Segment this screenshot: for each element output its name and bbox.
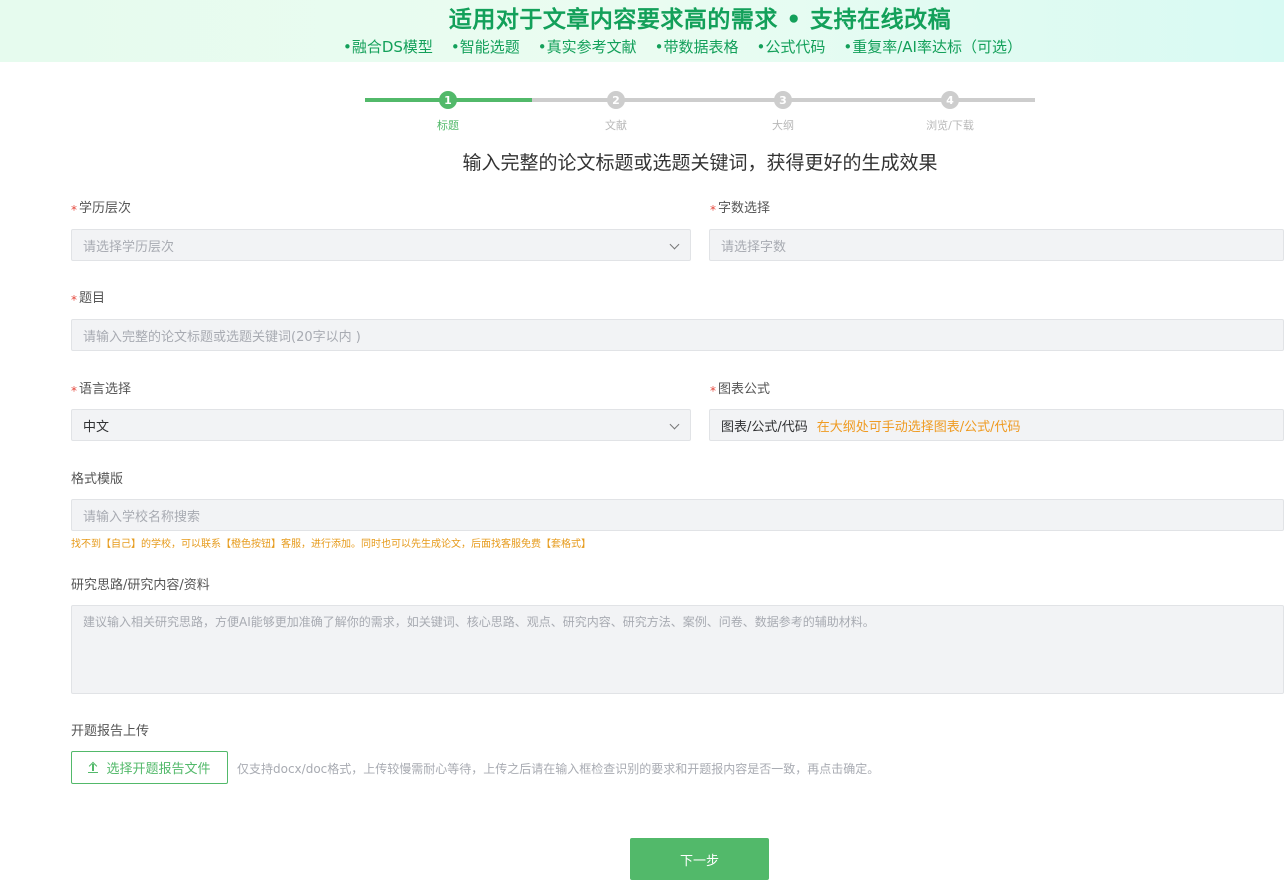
upload-label: 开题报告上传: [71, 724, 150, 739]
wordcount-label: * 字数选择: [710, 201, 771, 217]
upload-file-button[interactable]: 选择开题报告文件: [71, 751, 228, 784]
research-textarea[interactable]: 建议输入相关研究思路，方便AI能够更加准确了解你的需求，如关键词、核心思路、观点…: [71, 605, 1284, 694]
page-heading: 输入完整的论文标题或选题关键词，获得更好的生成效果: [462, 152, 938, 174]
charts-label: * 图表公式: [710, 382, 771, 398]
research-placeholder: 建议输入相关研究思路，方便AI能够更加准确了解你的需求，如关键词、核心思路、观点…: [83, 615, 875, 629]
feature-item: •公式代码: [756, 38, 826, 56]
topic-input[interactable]: 请输入完整的论文标题或选题关键词(20字以内 ): [71, 319, 1284, 351]
upload-hint: 仅支持docx/doc格式，上传较慢需耐心等待，上传之后请在输入框检查识别的要求…: [237, 762, 880, 776]
research-label: 研究思路/研究内容/资料: [71, 578, 210, 593]
next-step-button[interactable]: 下一步: [630, 838, 769, 880]
feature-item: •真实参考文献: [537, 38, 637, 56]
topic-label: * 题目: [71, 291, 106, 307]
required-mark: *: [71, 293, 77, 307]
step-1-dot[interactable]: 1: [439, 91, 457, 109]
chevron-down-icon: [669, 239, 680, 250]
wordcount-select[interactable]: 请选择字数: [709, 229, 1284, 261]
charts-note: 在大纲处可手动选择图表/公式/代码: [816, 419, 1021, 435]
required-mark: *: [710, 203, 716, 217]
education-select[interactable]: 请选择学历层次: [71, 229, 691, 261]
step-4-dot[interactable]: 4: [941, 91, 959, 109]
template-hint: 找不到【自己】的学校，可以联系【橙色按钮】客服，进行添加。同时也可以先生成论文，…: [71, 539, 591, 550]
required-mark: *: [71, 203, 77, 217]
banner-features: •融合DS模型 •智能选题 •真实参考文献 •带数据表格 •公式代码 •重复率/…: [343, 36, 1022, 57]
step-2-dot[interactable]: 2: [607, 91, 625, 109]
required-mark: *: [710, 384, 716, 398]
feature-item: •融合DS模型: [343, 38, 433, 56]
template-search-input[interactable]: 请输入学校名称搜索: [71, 499, 1284, 531]
wordcount-placeholder: 请选择字数: [721, 239, 787, 255]
language-value: 中文: [83, 419, 110, 435]
step-3-dot[interactable]: 3: [774, 91, 792, 109]
step-3-label: 大纲: [772, 119, 794, 132]
progress-stepper: 1 2 3 4 标题 文献 大纲 浏览/下载: [365, 90, 1035, 136]
feature-item: •带数据表格: [654, 38, 739, 56]
template-label: 格式模版: [71, 472, 124, 487]
charts-value: 图表/公式/代码: [721, 419, 808, 435]
education-label: * 学历层次: [71, 201, 132, 217]
language-select[interactable]: 中文: [71, 409, 691, 441]
feature-item: •重复率/AI率达标（可选）: [843, 38, 1022, 56]
language-label: * 语言选择: [71, 382, 132, 398]
step-1-label: 标题: [437, 119, 459, 132]
upload-button-label: 选择开题报告文件: [106, 762, 211, 777]
feature-item: •智能选题: [450, 38, 520, 56]
promo-banner: 适用对于文章内容要求高的需求 • 支持在线改稿 •融合DS模型 •智能选题 •真…: [0, 0, 1284, 62]
template-placeholder: 请输入学校名称搜索: [83, 509, 201, 525]
charts-select[interactable]: 图表/公式/代码 在大纲处可手动选择图表/公式/代码: [709, 409, 1284, 441]
required-mark: *: [71, 384, 77, 398]
upload-icon: [88, 762, 99, 773]
step-4-label: 浏览/下载: [926, 119, 974, 132]
education-placeholder: 请选择学历层次: [83, 239, 175, 255]
step-2-label: 文献: [605, 119, 627, 132]
chevron-down-icon: [669, 419, 680, 430]
banner-title: 适用对于文章内容要求高的需求 • 支持在线改稿: [448, 7, 952, 33]
topic-placeholder: 请输入完整的论文标题或选题关键词(20字以内 ): [83, 329, 361, 345]
